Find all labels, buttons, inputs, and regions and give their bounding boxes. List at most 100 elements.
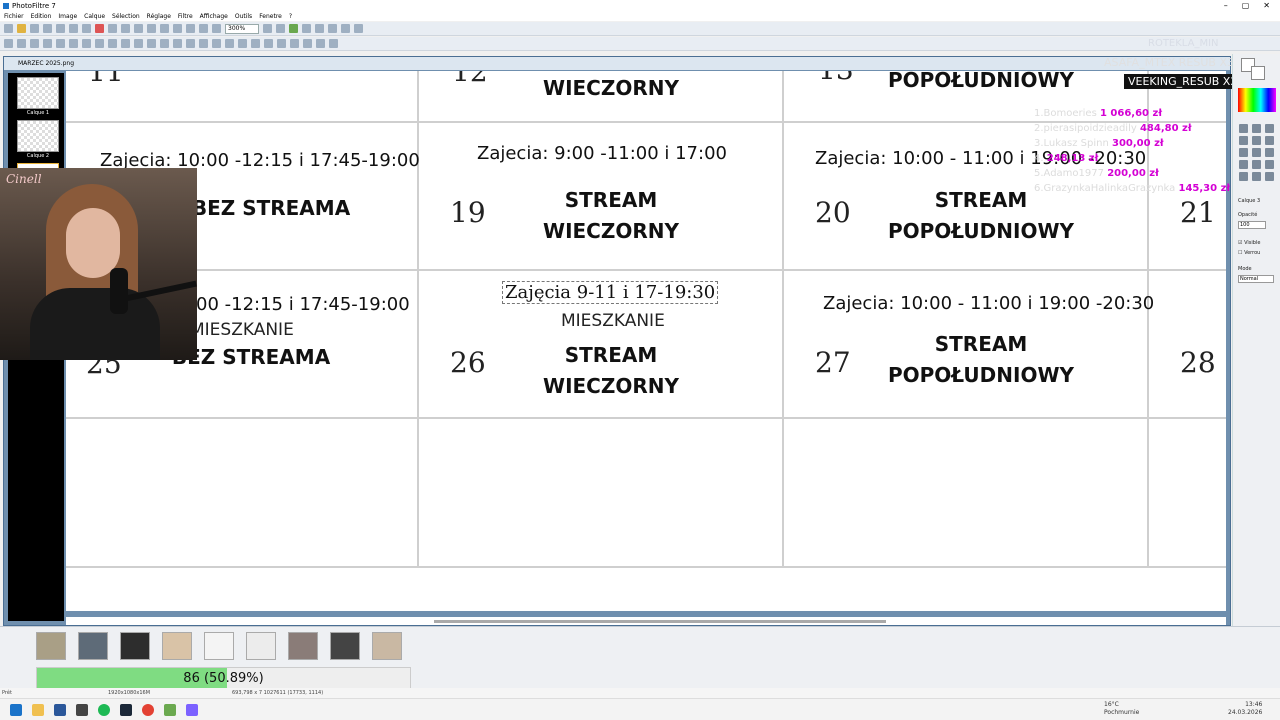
tile-icon[interactable]	[328, 24, 337, 33]
filter-9-icon[interactable]	[108, 39, 117, 48]
menu-reglage[interactable]: Réglage	[147, 12, 171, 21]
close-button[interactable]: ✕	[1263, 0, 1270, 12]
paste-icon[interactable]	[121, 24, 130, 33]
explorer-thumb[interactable]	[204, 632, 234, 660]
app-icon-2[interactable]	[76, 704, 88, 716]
app-icon-3[interactable]	[186, 704, 198, 716]
filter-5-icon[interactable]	[56, 39, 65, 48]
spotify-icon[interactable]	[98, 704, 110, 716]
zoom-select[interactable]: 300%	[225, 23, 259, 34]
stamp-tool-icon[interactable]	[1239, 160, 1248, 169]
filter-15-icon[interactable]	[186, 39, 195, 48]
new-file-icon[interactable]	[4, 24, 13, 33]
explorer-thumb[interactable]	[330, 632, 360, 660]
smudge-tool-icon[interactable]	[1252, 160, 1261, 169]
background-color-swatch[interactable]	[1251, 66, 1265, 80]
filter-20-icon[interactable]	[251, 39, 260, 48]
image-canvas[interactable]: 11 12 13 WIECZORNY POPOŁUDNIOWY Zajecia:…	[66, 71, 1226, 611]
select-tool-icon[interactable]	[1239, 124, 1248, 133]
menu-selection[interactable]: Sélection	[112, 12, 140, 21]
resize-icon[interactable]	[160, 24, 169, 33]
filter-14-icon[interactable]	[173, 39, 182, 48]
pipette-tool-icon[interactable]	[1239, 136, 1248, 145]
maximize-button[interactable]: ▢	[1242, 0, 1250, 12]
crop-icon[interactable]	[147, 24, 156, 33]
filter-17-icon[interactable]	[212, 39, 221, 48]
brush-tool-icon[interactable]	[1239, 148, 1248, 157]
filter-3-icon[interactable]	[30, 39, 39, 48]
opacity-input[interactable]: 100	[1238, 221, 1266, 229]
filter-24-icon[interactable]	[303, 39, 312, 48]
scan-icon[interactable]	[56, 24, 65, 33]
filter-2-icon[interactable]	[17, 39, 26, 48]
explorer-thumb[interactable]	[162, 632, 192, 660]
open-folder-icon[interactable]	[17, 24, 26, 33]
fit-icon[interactable]	[212, 24, 221, 33]
start-icon[interactable]	[10, 704, 22, 716]
lock-checkbox[interactable]: ☐ Verrou	[1238, 250, 1260, 256]
steam-icon[interactable]	[120, 704, 132, 716]
cut-icon[interactable]	[69, 24, 78, 33]
filter-22-icon[interactable]	[277, 39, 286, 48]
horizontal-scrollbar[interactable]	[66, 617, 1226, 625]
canvas-icon[interactable]	[173, 24, 182, 33]
blend-mode-select[interactable]: Normal	[1238, 275, 1274, 283]
explorer-thumb[interactable]	[288, 632, 318, 660]
frame-icon[interactable]	[199, 24, 208, 33]
eraser-tool-icon[interactable]	[1252, 148, 1261, 157]
filter-26-icon[interactable]	[329, 39, 338, 48]
filter-10-icon[interactable]	[121, 39, 130, 48]
filter-4-icon[interactable]	[43, 39, 52, 48]
app-icon-1[interactable]	[54, 704, 66, 716]
menu-outils[interactable]: Outils	[235, 12, 252, 21]
menu-filtre[interactable]: Filtre	[178, 12, 193, 21]
filter-11-icon[interactable]	[134, 39, 143, 48]
explorer-thumb[interactable]	[372, 632, 402, 660]
menu-help[interactable]: ?	[289, 12, 292, 21]
menu-fenetre[interactable]: Fenetre	[259, 12, 282, 21]
filter-7-icon[interactable]	[82, 39, 91, 48]
zoom-out-icon[interactable]	[276, 24, 285, 33]
menu-calque[interactable]: Calque	[84, 12, 105, 21]
layer-thumb-2[interactable]	[17, 120, 59, 152]
explorer-thumb[interactable]	[78, 632, 108, 660]
copy-icon[interactable]	[82, 24, 91, 33]
fullscreen-icon[interactable]	[289, 24, 298, 33]
close-doc-icon[interactable]	[354, 24, 363, 33]
explorer-icon[interactable]	[32, 704, 44, 716]
menu-fichier[interactable]: Fichier	[4, 12, 24, 21]
menu-affichage[interactable]: Affichage	[200, 12, 228, 21]
filter-19-icon[interactable]	[238, 39, 247, 48]
zoom-in-icon[interactable]	[263, 24, 272, 33]
filter-18-icon[interactable]	[225, 39, 234, 48]
filter-6-icon[interactable]	[69, 39, 78, 48]
line-tool-icon[interactable]	[1265, 136, 1274, 145]
filter-1-icon[interactable]	[4, 39, 13, 48]
undo-icon[interactable]	[95, 24, 104, 33]
redo-icon[interactable]	[108, 24, 117, 33]
color-palette[interactable]	[1238, 88, 1276, 112]
print-icon[interactable]	[43, 24, 52, 33]
text-icon[interactable]	[186, 24, 195, 33]
weather-widget[interactable]: 16°C Pochmurnie	[1104, 701, 1139, 717]
wand-tool-icon[interactable]	[1265, 124, 1274, 133]
filter-8-icon[interactable]	[95, 39, 104, 48]
minimize-button[interactable]: –	[1224, 0, 1228, 12]
save-icon[interactable]	[30, 24, 39, 33]
spray-tool-icon[interactable]	[1265, 148, 1274, 157]
zoom-tool-icon[interactable]	[1265, 172, 1274, 181]
layer-icon[interactable]	[134, 24, 143, 33]
blur-tool-icon[interactable]	[1265, 160, 1274, 169]
filter-23-icon[interactable]	[290, 39, 299, 48]
grid-icon[interactable]	[315, 24, 324, 33]
drop-tool-icon[interactable]	[1239, 172, 1248, 181]
explorer-thumb[interactable]	[36, 632, 66, 660]
explorer-thumb[interactable]	[120, 632, 150, 660]
menu-image[interactable]: Image	[58, 12, 77, 21]
scrollbar-thumb[interactable]	[434, 620, 886, 623]
fill-tool-icon[interactable]	[1252, 136, 1261, 145]
filter-25-icon[interactable]	[316, 39, 325, 48]
filter-13-icon[interactable]	[160, 39, 169, 48]
chrome-icon[interactable]	[142, 704, 154, 716]
menu-edition[interactable]: Edition	[31, 12, 52, 21]
